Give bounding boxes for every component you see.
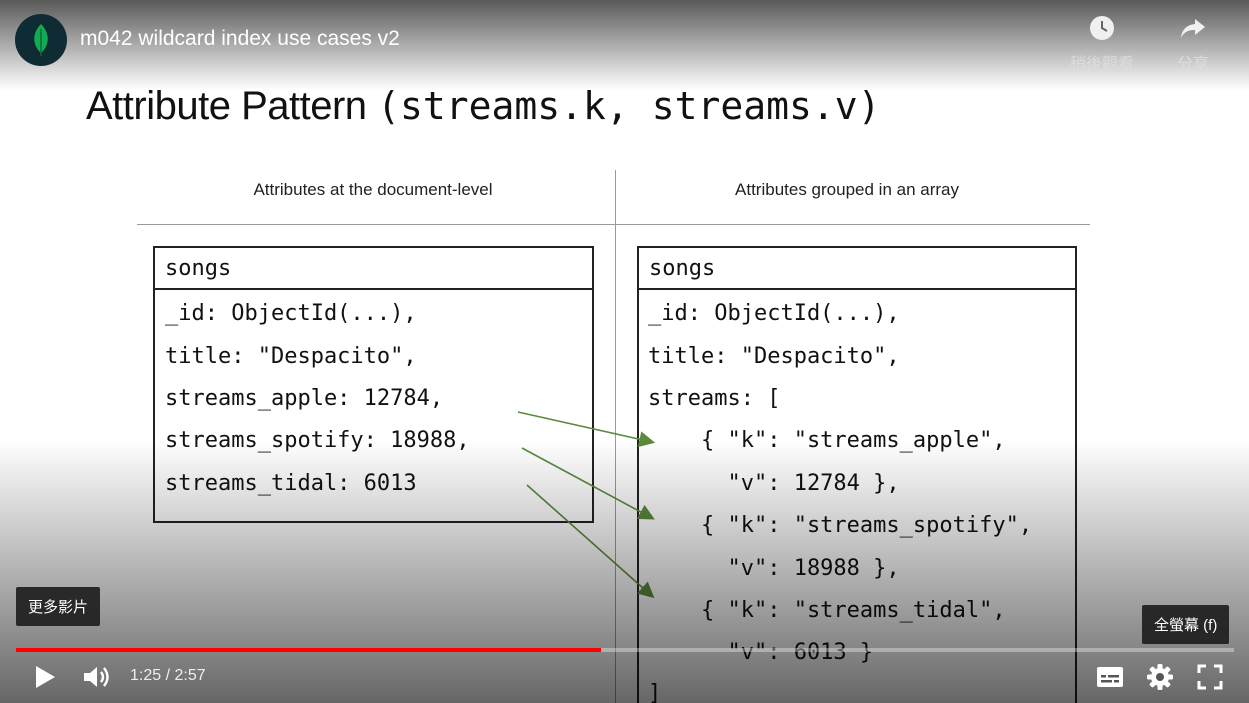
settings-button[interactable] [1143, 661, 1177, 693]
share-icon [1181, 19, 1205, 38]
channel-avatar[interactable] [15, 14, 67, 66]
video-title[interactable]: m042 wildcard index use cases v2 [80, 27, 400, 51]
fullscreen-icon [1197, 664, 1223, 690]
play-button[interactable] [30, 662, 60, 692]
volume-icon [84, 667, 109, 687]
leaf-icon [34, 24, 48, 56]
fullscreen-button[interactable] [1193, 661, 1227, 693]
arrow-tidal [526, 484, 655, 599]
progress-bar[interactable] [16, 648, 1234, 652]
time-display: 1:25 / 2:57 [130, 667, 206, 684]
subtitles-icon [1097, 667, 1123, 687]
share-button[interactable]: 分享 [1148, 14, 1238, 74]
progress-fill [16, 648, 601, 652]
watch-later-button[interactable]: 稍後觀看 [1057, 14, 1147, 74]
subtitles-button[interactable] [1093, 662, 1127, 692]
volume-button[interactable] [80, 662, 114, 692]
more-videos-tooltip[interactable]: 更多影片 [16, 587, 101, 626]
fullscreen-tooltip: 全螢幕 (f) [1142, 605, 1230, 644]
arrow-apple [517, 411, 656, 448]
video-player[interactable]: Attribute Pattern (streams.k, streams.v)… [0, 0, 1249, 703]
play-icon [36, 666, 55, 688]
share-label: 分享 [1176, 56, 1209, 73]
arrow-spotify [521, 447, 655, 520]
mapping-arrows [517, 411, 656, 599]
watch-later-label: 稍後觀看 [1069, 56, 1134, 73]
settings-icon [1147, 664, 1173, 690]
clock-icon [1090, 16, 1114, 40]
